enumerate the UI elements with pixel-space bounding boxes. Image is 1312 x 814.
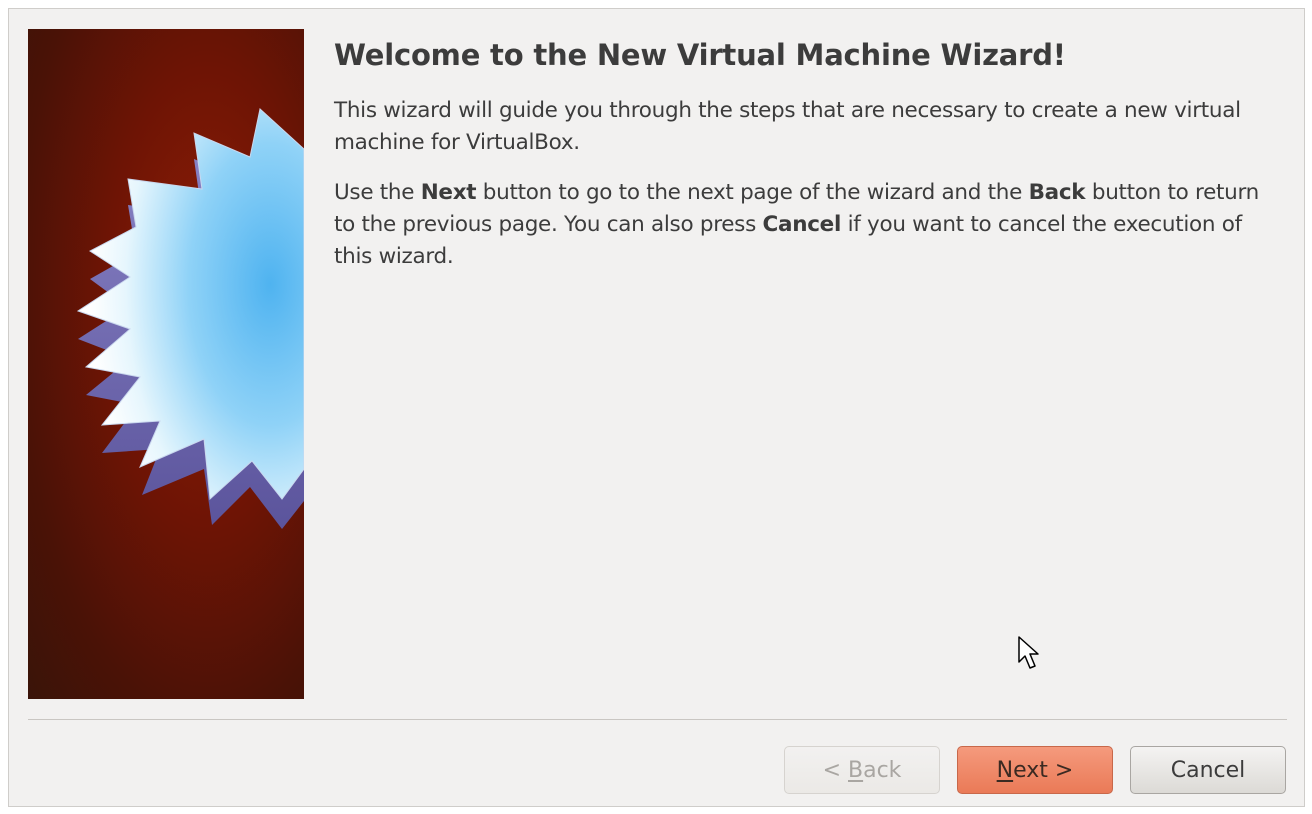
wizard-content: Welcome to the New Virtual Machine Wizar…: [334, 29, 1284, 273]
wizard-title: Welcome to the New Virtual Machine Wizar…: [334, 38, 1066, 72]
back-button[interactable]: < Back: [784, 746, 940, 794]
new-vm-wizard-dialog: Welcome to the New Virtual Machine Wizar…: [8, 8, 1305, 807]
next-button[interactable]: Next >: [957, 746, 1113, 794]
starburst-icon: [76, 108, 304, 529]
wizard-instructions-text: Use the Next button to go to the next pa…: [334, 180, 1259, 269]
wizard-intro-text: This wizard will guide you through the s…: [334, 98, 1241, 155]
wizard-banner-image: [28, 29, 304, 699]
button-separator: [28, 719, 1287, 720]
mouse-pointer-icon: [1018, 636, 1040, 674]
cancel-button[interactable]: Cancel: [1130, 746, 1286, 794]
